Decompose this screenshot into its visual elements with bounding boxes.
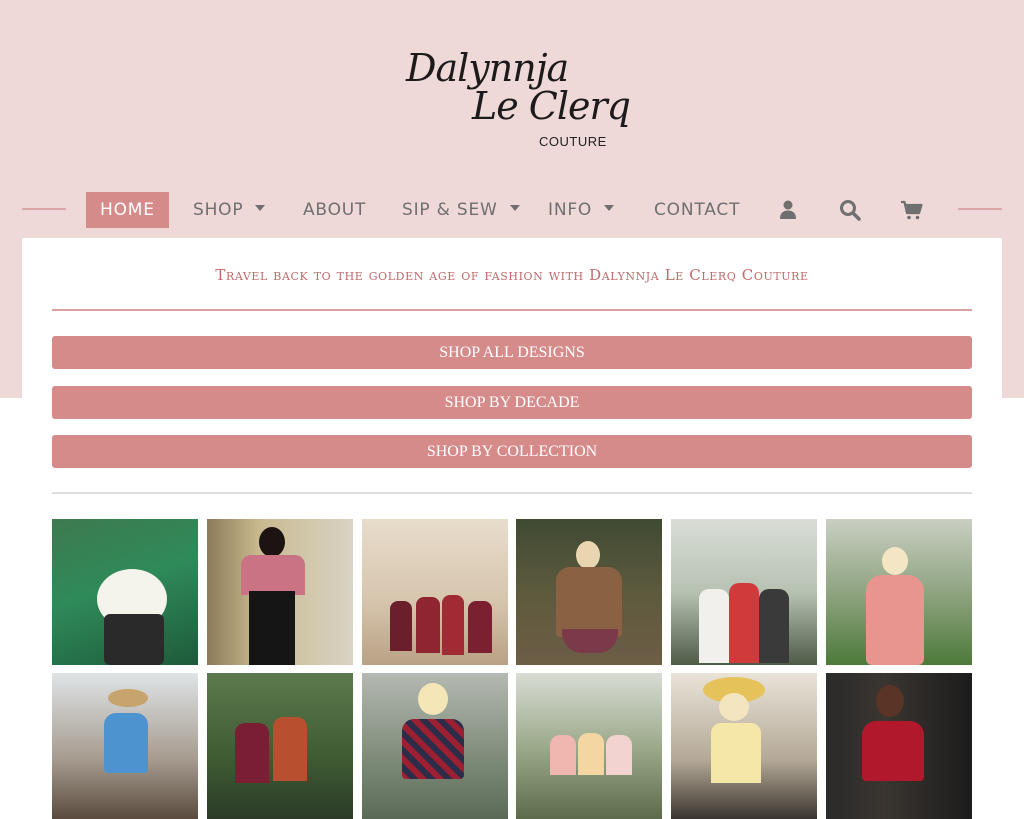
gallery-photo-floral-dress-sunhat[interactable] bbox=[671, 673, 817, 819]
brand-logo[interactable]: Dalynnja Le Clerq COUTURE bbox=[392, 40, 632, 160]
tagline-divider bbox=[52, 309, 972, 311]
nav-info[interactable]: INFO bbox=[534, 192, 628, 228]
gallery-photo-three-women-greenhouse[interactable] bbox=[671, 519, 817, 665]
gallery-photo-group-in-salon[interactable] bbox=[362, 519, 508, 665]
nav-info-label: INFO bbox=[548, 200, 593, 220]
nav-shop-label: SHOP bbox=[193, 200, 244, 220]
search-icon[interactable] bbox=[838, 198, 862, 222]
nav-divider-right bbox=[958, 208, 1002, 210]
shop-by-collection-button[interactable]: SHOP BY COLLECTION bbox=[52, 435, 972, 468]
nav-divider-left bbox=[22, 208, 66, 210]
gallery-photo-group-in-park[interactable] bbox=[516, 673, 662, 819]
gallery-photo-blue-dress-rocks[interactable] bbox=[52, 673, 198, 819]
nav-home-label: HOME bbox=[100, 200, 155, 220]
cart-icon[interactable] bbox=[900, 198, 924, 222]
gallery-photo-red-dress-doorway[interactable] bbox=[826, 673, 972, 819]
shop-all-designs-button[interactable]: SHOP ALL DESIGNS bbox=[52, 336, 972, 369]
gallery-photo-tartan-dress[interactable] bbox=[362, 673, 508, 819]
nav-home[interactable]: HOME bbox=[86, 192, 169, 228]
nav-sip-sew-label: SIP & SEW bbox=[402, 200, 498, 220]
nav-about-label: ABOUT bbox=[303, 200, 367, 220]
hero-tagline: Travel back to the golden age of fashion… bbox=[215, 266, 809, 284]
logo-line-2: Le Clerq bbox=[472, 84, 631, 128]
logo-line-3: COUTURE bbox=[539, 134, 607, 149]
chevron-down-icon bbox=[604, 205, 615, 211]
gallery-photo-green-floral-dress[interactable] bbox=[52, 519, 198, 665]
chevron-down-icon bbox=[255, 205, 266, 211]
nav-contact-label: CONTACT bbox=[654, 200, 741, 220]
nav-about[interactable]: ABOUT bbox=[289, 192, 380, 228]
shop-by-decade-button[interactable]: SHOP BY DECADE bbox=[52, 386, 972, 419]
nav-contact[interactable]: CONTACT bbox=[640, 192, 754, 228]
main-nav: HOME SHOP ABOUT SIP & SEW INFO CONTACT bbox=[0, 188, 1024, 232]
gallery-divider bbox=[52, 492, 972, 494]
gallery-photo-pink-dress-garden[interactable] bbox=[826, 519, 972, 665]
gallery-photo-two-women-gate[interactable] bbox=[207, 673, 353, 819]
gallery-photo-brown-coat[interactable] bbox=[516, 519, 662, 665]
chevron-down-icon bbox=[509, 205, 520, 211]
nav-shop[interactable]: SHOP bbox=[179, 192, 279, 228]
gallery-photo-pink-black-suit[interactable] bbox=[207, 519, 353, 665]
nav-sip-sew[interactable]: SIP & SEW bbox=[388, 192, 534, 228]
user-icon[interactable] bbox=[776, 198, 800, 222]
